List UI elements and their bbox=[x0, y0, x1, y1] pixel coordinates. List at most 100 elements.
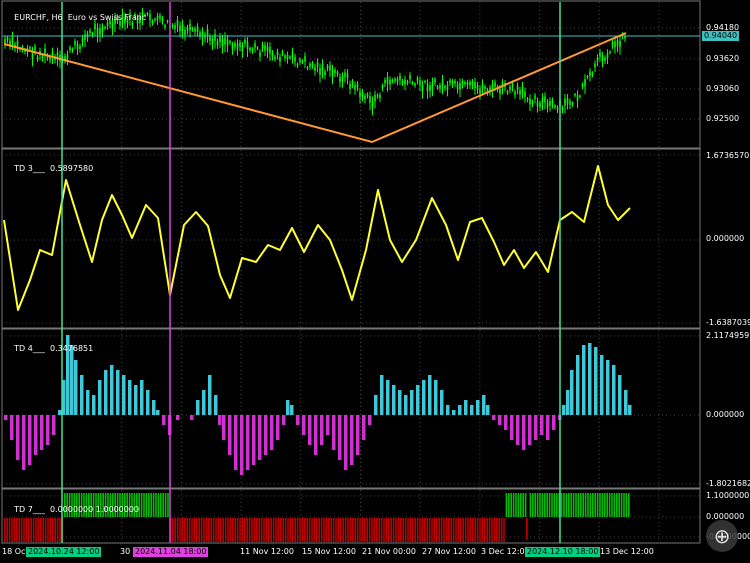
td7-bar-down bbox=[325, 518, 328, 542]
td4-axis-zero: 0.000000 bbox=[706, 410, 745, 419]
td7-bar-down bbox=[445, 518, 448, 542]
histogram-bar bbox=[566, 390, 570, 415]
candle-body bbox=[146, 13, 149, 15]
td7-bar-down bbox=[421, 518, 424, 542]
td7-bar-up bbox=[520, 493, 522, 517]
td7-bar-up bbox=[148, 493, 150, 517]
td7-bar-down bbox=[349, 518, 352, 542]
td7-bar-down bbox=[371, 518, 373, 542]
candle-body bbox=[619, 40, 621, 48]
chart-canvas[interactable] bbox=[0, 0, 750, 563]
candle-body bbox=[384, 79, 386, 84]
candle-body bbox=[196, 26, 199, 32]
candle-body bbox=[209, 36, 211, 41]
candle-body bbox=[334, 69, 336, 74]
td7-bar-down bbox=[455, 518, 457, 542]
histogram-bar bbox=[282, 415, 286, 425]
td7-bar-down bbox=[419, 518, 421, 542]
candle-body bbox=[181, 24, 184, 31]
candle-body bbox=[359, 91, 361, 98]
td7-bar-up bbox=[167, 493, 169, 517]
candle-body bbox=[386, 76, 389, 84]
td7-bar-down bbox=[359, 518, 361, 542]
td7-bar-down bbox=[462, 518, 464, 542]
td7-axis-max: 1.1000000 bbox=[706, 491, 750, 500]
candle-body bbox=[36, 56, 39, 60]
histogram-bar bbox=[196, 400, 200, 415]
td7-bar-down bbox=[306, 518, 308, 542]
histogram-bar bbox=[4, 415, 8, 420]
td7-bar-down bbox=[296, 518, 299, 542]
candle-body bbox=[374, 95, 376, 102]
td7-bar-down bbox=[450, 518, 452, 542]
time-label: 30 bbox=[120, 547, 131, 556]
histogram-bar bbox=[588, 343, 592, 415]
histogram-bar bbox=[410, 390, 414, 415]
candle-body bbox=[574, 94, 576, 96]
td7-label: TD 7___ 0.0000000 1.0000000 bbox=[4, 495, 139, 525]
magnifier-icon[interactable]: ⊕ bbox=[706, 520, 738, 552]
td7-bar-up bbox=[628, 493, 630, 517]
histogram-bar bbox=[374, 395, 378, 415]
td7-bar-up bbox=[604, 493, 606, 517]
candle-body bbox=[479, 88, 481, 94]
td7-bar-down bbox=[241, 518, 244, 542]
candle-body bbox=[524, 91, 526, 97]
candle-body bbox=[151, 20, 154, 24]
histogram-bar bbox=[52, 415, 56, 435]
histogram-bar bbox=[422, 380, 426, 415]
candle-body bbox=[581, 84, 584, 87]
candle-body bbox=[184, 29, 186, 35]
td7-bar-down bbox=[275, 518, 277, 542]
td7-bar-down bbox=[232, 518, 234, 542]
td7-bar-down bbox=[424, 518, 426, 542]
histogram-bar bbox=[368, 415, 372, 425]
td7-bar-down bbox=[440, 518, 443, 542]
histogram-bar bbox=[440, 390, 444, 415]
histogram-bar bbox=[476, 400, 480, 415]
candle-body bbox=[329, 65, 331, 71]
chart-window[interactable]: EURCHF, H6 Euro vs Swiss Franc 0.94180 0… bbox=[0, 0, 750, 563]
td7-bar-up bbox=[157, 493, 160, 517]
histogram-bar bbox=[10, 415, 14, 440]
candle-body bbox=[186, 27, 189, 31]
candle-body bbox=[371, 101, 374, 108]
td7-bar-down bbox=[268, 518, 270, 542]
candle-body bbox=[531, 101, 534, 105]
candle-body bbox=[376, 94, 379, 97]
td7-bar-down bbox=[258, 518, 260, 542]
td7-bar-down bbox=[244, 518, 246, 542]
candle-body bbox=[464, 81, 466, 85]
candle-body bbox=[249, 47, 251, 51]
td7-bar-down bbox=[491, 518, 493, 542]
td7-bar-down bbox=[236, 518, 239, 542]
td7-bar-down bbox=[239, 518, 241, 542]
candle-body bbox=[304, 56, 306, 62]
td3-value: 0.5897580 bbox=[49, 164, 94, 173]
candle-body bbox=[601, 55, 604, 62]
candle-body bbox=[6, 37, 9, 41]
candle-body bbox=[536, 101, 539, 107]
candle-body bbox=[264, 45, 266, 51]
td7-bar-down bbox=[397, 518, 400, 542]
histogram-bar bbox=[380, 375, 384, 415]
td7-bar-up bbox=[541, 493, 544, 517]
histogram-bar bbox=[40, 415, 44, 450]
candle-body bbox=[34, 46, 36, 51]
td7-bar-down bbox=[215, 518, 217, 542]
histogram-bar bbox=[258, 415, 262, 460]
td4-label: TD 4___ 0.3476851 bbox=[4, 334, 93, 364]
td7-bar-down bbox=[294, 518, 296, 542]
candle-body bbox=[429, 85, 431, 92]
td7-bar-up bbox=[512, 493, 515, 517]
candle-body bbox=[419, 80, 421, 86]
candle-body bbox=[444, 86, 446, 89]
candle-body bbox=[159, 15, 161, 19]
td7-bar-down bbox=[203, 518, 205, 542]
td7-bar-up bbox=[572, 493, 575, 517]
candle-body bbox=[526, 98, 529, 101]
histogram-bar bbox=[344, 415, 348, 470]
td4-name: TD 4___ bbox=[14, 344, 45, 353]
candle-body bbox=[481, 83, 484, 89]
candle-body bbox=[41, 55, 44, 59]
